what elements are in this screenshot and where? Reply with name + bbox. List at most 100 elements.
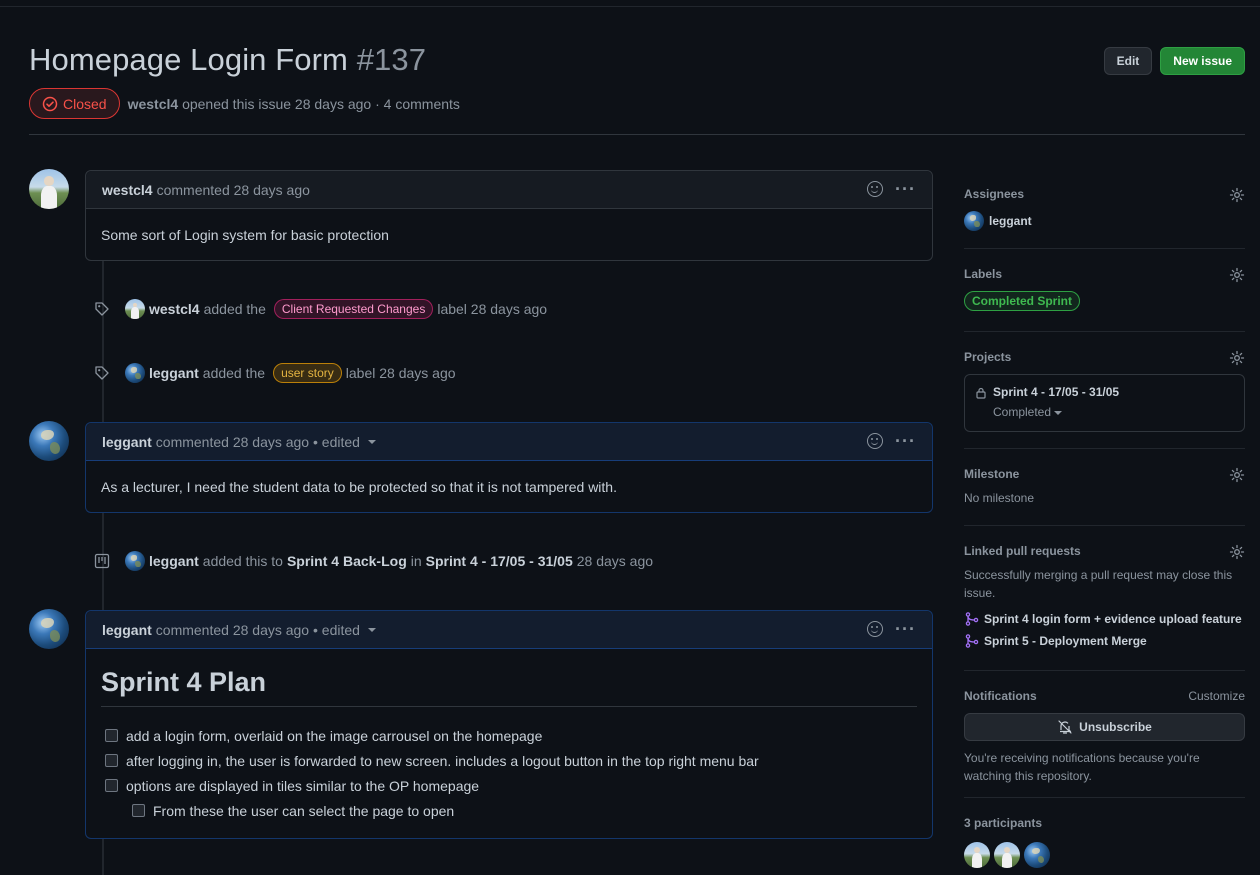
avatar[interactable] [29,421,69,461]
event-author-link[interactable]: westcl4 [149,301,200,317]
event-text: added the [202,365,266,381]
comment-header: westcl4 commented 28 days ago ··· [86,171,932,209]
pr-link[interactable]: Sprint 4 login form + evidence upload fe… [964,608,1245,630]
comment-author-link[interactable]: leggant [102,434,152,450]
tag-icon [93,364,111,382]
label-user-story[interactable]: user story [273,363,342,383]
comment-leggant: leggant commented 28 days ago • edited ·… [85,422,933,513]
issue-header: Homepage Login Form #137 Edit New issue [29,42,1245,82]
milestone-title[interactable]: Milestone [964,467,1245,481]
sidebar-divider [964,248,1245,249]
edit-history-caret-icon[interactable] [367,627,376,632]
avatar[interactable] [994,842,1020,868]
edit-button[interactable]: Edit [1103,47,1153,75]
task-text: after logging in, the user is forwarded … [126,752,759,769]
task-item: add a login form, overlaid on the image … [101,723,917,748]
timeline-event-label: leggant added the user story label 28 da… [93,361,456,385]
issue-author-link[interactable]: westcl4 [128,96,179,112]
add-reaction-icon[interactable] [867,181,884,197]
comment-body: As a lecturer, I need the student data t… [101,479,617,495]
task-checkbox[interactable] [132,804,145,817]
task-text: add a login form, overlaid on the image … [126,727,543,744]
assignee-link[interactable]: leggant [989,214,1032,228]
pr-title: Sprint 5 - Deployment Merge [984,634,1147,648]
sidebar-assignees: Assignees leggant [964,187,1245,237]
sidebar-linked-prs: Linked pull requests Successfully mergin… [964,544,1245,652]
sidebar-labels: Labels Completed Sprint [964,267,1245,311]
timeline-event-project: leggant added this to Sprint 4 Back-Log … [93,549,657,573]
issue-meta: Closed westcl4 opened this issue 28 days… [29,88,460,119]
gear-icon[interactable] [1229,267,1245,283]
event-author-link[interactable]: leggant [149,553,199,569]
task-text: options are displayed in tiles similar t… [126,777,480,794]
gear-icon[interactable] [1229,467,1245,483]
issue-title-text: Homepage Login Form [29,42,348,77]
sidebar-divider [964,670,1245,671]
kebab-menu-icon[interactable]: ··· [895,180,916,198]
sidebar-participants: 3 participants [964,816,1245,868]
project-status-dropdown[interactable]: Completed [993,405,1234,419]
avatar[interactable] [125,363,145,383]
kebab-menu-icon[interactable]: ··· [895,432,916,450]
label-client-requested-changes[interactable]: Client Requested Changes [273,299,434,319]
chevron-down-icon [1054,410,1063,415]
status-text: Closed [63,95,107,112]
comment-header: leggant commented 28 days ago • edited ·… [86,423,932,461]
event-author-link[interactable]: leggant [149,365,199,381]
comment-timestamp: commented 28 days ago [156,181,310,198]
sidebar-notifications: Notifications Customize Unsubscribe You'… [964,689,1245,785]
projects-title[interactable]: Projects [964,350,1245,364]
edit-history-caret-icon[interactable] [367,439,376,444]
sidebar-divider [964,525,1245,526]
issue-number: #137 [356,42,427,77]
avatar[interactable] [29,169,69,209]
lock-icon [976,387,986,399]
plan-heading: Sprint 4 Plan [101,667,917,707]
task-checkbox[interactable] [105,754,118,767]
gear-icon[interactable] [1229,544,1245,560]
label-completed-sprint[interactable]: Completed Sprint [964,291,1081,311]
sidebar-divider [964,331,1245,332]
closed-check-icon [42,96,58,111]
linked-prs-description: Successfully merging a pull request may … [964,568,1233,600]
notifications-description: You're receiving notifications because y… [964,751,1200,783]
comment-header: leggant commented 28 days ago • edited ·… [86,611,932,649]
task-item: options are displayed in tiles similar t… [101,773,917,798]
avatar[interactable] [125,299,145,319]
add-reaction-icon[interactable] [867,433,884,449]
gear-icon[interactable] [1229,350,1245,366]
task-checkbox[interactable] [105,779,118,792]
event-text: in [410,553,422,569]
comment-author-link[interactable]: westcl4 [102,182,153,198]
assignees-title[interactable]: Assignees [964,187,1245,201]
project-icon [93,552,111,570]
unsubscribe-button[interactable]: Unsubscribe [964,713,1245,741]
gear-icon[interactable] [1229,187,1245,203]
linked-prs-title[interactable]: Linked pull requests [964,544,1245,558]
pr-link[interactable]: Sprint 5 - Deployment Merge [964,630,1245,652]
new-issue-button[interactable]: New issue [1160,47,1245,75]
project-link[interactable]: Sprint 4 - 17/05 - 31/05 [426,553,573,569]
avatar[interactable] [125,551,145,571]
comment-body: Some sort of Login system for basic prot… [101,227,389,243]
project-column-link[interactable]: Sprint 4 Back-Log [287,553,407,569]
labels-title[interactable]: Labels [964,267,1245,281]
issue-title: Homepage Login Form #137 [29,42,1245,78]
task-checkbox[interactable] [105,729,118,742]
comment-author-link[interactable]: leggant [102,622,152,638]
comment-westcl4: westcl4 commented 28 days ago ··· Some s… [85,170,933,261]
add-reaction-icon[interactable] [867,621,884,637]
project-card[interactable]: Sprint 4 - 17/05 - 31/05 Completed [964,374,1245,432]
sidebar-divider [964,797,1245,798]
kebab-menu-icon[interactable]: ··· [895,620,916,638]
comment-body: Sprint 4 Plan add a login form, overlaid… [86,649,932,841]
avatar[interactable] [29,609,69,649]
avatar[interactable] [1024,842,1050,868]
task-item: From these the user can select the page … [101,798,917,823]
project-name[interactable]: Sprint 4 - 17/05 - 31/05 [993,385,1234,399]
timeline-event-label: westcl4 added the Client Requested Chang… [93,297,547,321]
customize-link[interactable]: Customize [1188,689,1245,703]
task-text: From these the user can select the page … [153,802,455,819]
avatar[interactable] [964,842,990,868]
avatar[interactable] [964,211,984,231]
